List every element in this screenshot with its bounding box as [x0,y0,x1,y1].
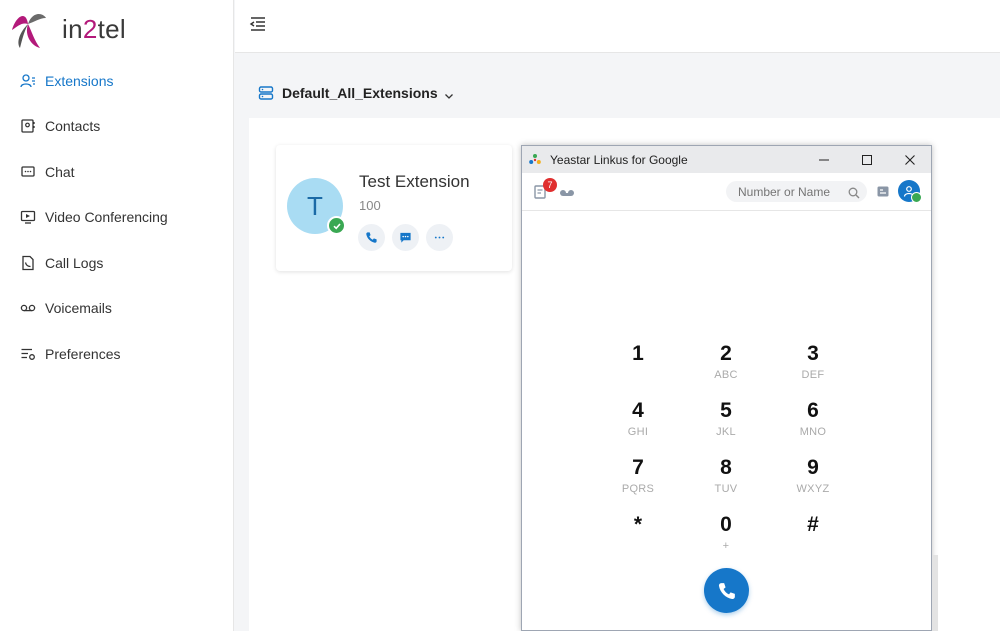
key-7[interactable]: 7 PQRS [608,456,668,506]
key-hash[interactable]: # [783,513,843,563]
close-icon [905,154,915,165]
key-2[interactable]: 2 ABC [696,342,756,392]
dial-call-button[interactable] [704,568,749,613]
sidebar-item-extensions[interactable]: Extensions [0,58,234,104]
server-group-icon [258,85,274,101]
message-icon [400,232,411,243]
search-icon[interactable] [848,186,860,199]
preferences-icon [20,346,36,362]
sidebar-item-video-conferencing[interactable]: Video Conferencing [0,195,234,241]
group-selector[interactable]: Default_All_Extensions [249,68,1000,118]
voicemail-icon[interactable] [559,185,575,199]
call-button[interactable] [358,224,385,251]
key-0[interactable]: 0 + [696,513,756,563]
key-4[interactable]: 4 GHI [608,399,668,449]
yeastar-app-icon [528,153,542,167]
more-icon [434,236,445,239]
logo-text: in2tel [62,13,126,44]
minimize-icon [819,159,829,160]
phone-icon [366,232,377,243]
more-options-button[interactable] [426,224,453,251]
sidebar-item-contacts[interactable]: Contacts [0,104,234,150]
sidebar-item-label: Contacts [45,118,101,135]
collapse-menu-icon[interactable] [248,14,268,34]
extension-card[interactable]: T Test Extension 100 [276,145,512,271]
top-bar [235,0,1000,53]
maximize-icon [862,154,872,165]
online-status-icon [911,192,922,203]
in2tel-logo-icon [12,14,46,48]
presence-icon[interactable] [876,185,892,199]
minimize-button[interactable] [802,146,846,173]
sidebar-item-label: Voicemails [45,300,112,317]
sidebar-item-label: Call Logs [45,254,104,271]
extension-number: 100 [359,198,381,213]
sidebar-nav: Extensions Contacts Chat Video Conferenc… [0,58,234,377]
popup-title-bar: Yeastar Linkus for Google [522,146,931,173]
sidebar-item-call-logs[interactable]: Call Logs [0,240,234,286]
linkus-popup-window: Yeastar Linkus for Google 7 1 [521,145,932,631]
background-panel-edge [932,555,938,631]
key-1[interactable]: 1 [608,342,668,392]
sidebar-item-label: Chat [45,163,75,180]
message-button[interactable] [392,224,419,251]
logo[interactable]: in2tel [6,6,126,52]
contacts-icon [20,118,36,134]
key-8[interactable]: 8 TUV [696,456,756,506]
maximize-button[interactable] [845,146,889,173]
sidebar-item-voicemails[interactable]: Voicemails [0,286,234,332]
status-available-icon [327,216,346,235]
key-3[interactable]: 3 DEF [783,342,843,392]
voicemail-icon [20,300,36,316]
phone-icon [718,582,735,599]
chevron-down-icon [444,88,454,99]
sidebar: in2tel Extensions Contacts Chat Video Co… [0,0,234,631]
call-logs-icon [20,255,36,271]
extension-name: Test Extension [359,172,470,191]
unread-badge: 7 [543,178,557,192]
sidebar-item-preferences[interactable]: Preferences [0,331,234,377]
key-6[interactable]: 6 MNO [783,399,843,449]
group-name: Default_All_Extensions [282,85,438,101]
chat-icon [20,164,36,180]
video-conferencing-icon [20,209,36,225]
key-5[interactable]: 5 JKL [696,399,756,449]
popup-title: Yeastar Linkus for Google [550,152,688,167]
sidebar-item-chat[interactable]: Chat [0,149,234,195]
key-star[interactable]: * [608,513,668,563]
sidebar-item-label: Video Conferencing [45,209,168,226]
sidebar-item-label: Preferences [45,345,121,362]
extension-actions [358,224,460,251]
close-button[interactable] [888,146,932,173]
popup-toolbar: 7 [522,173,931,211]
sidebar-item-label: Extensions [45,72,114,89]
extensions-icon [20,73,36,89]
key-9[interactable]: 9 WXYZ [783,456,843,506]
search-input[interactable] [726,181,867,202]
